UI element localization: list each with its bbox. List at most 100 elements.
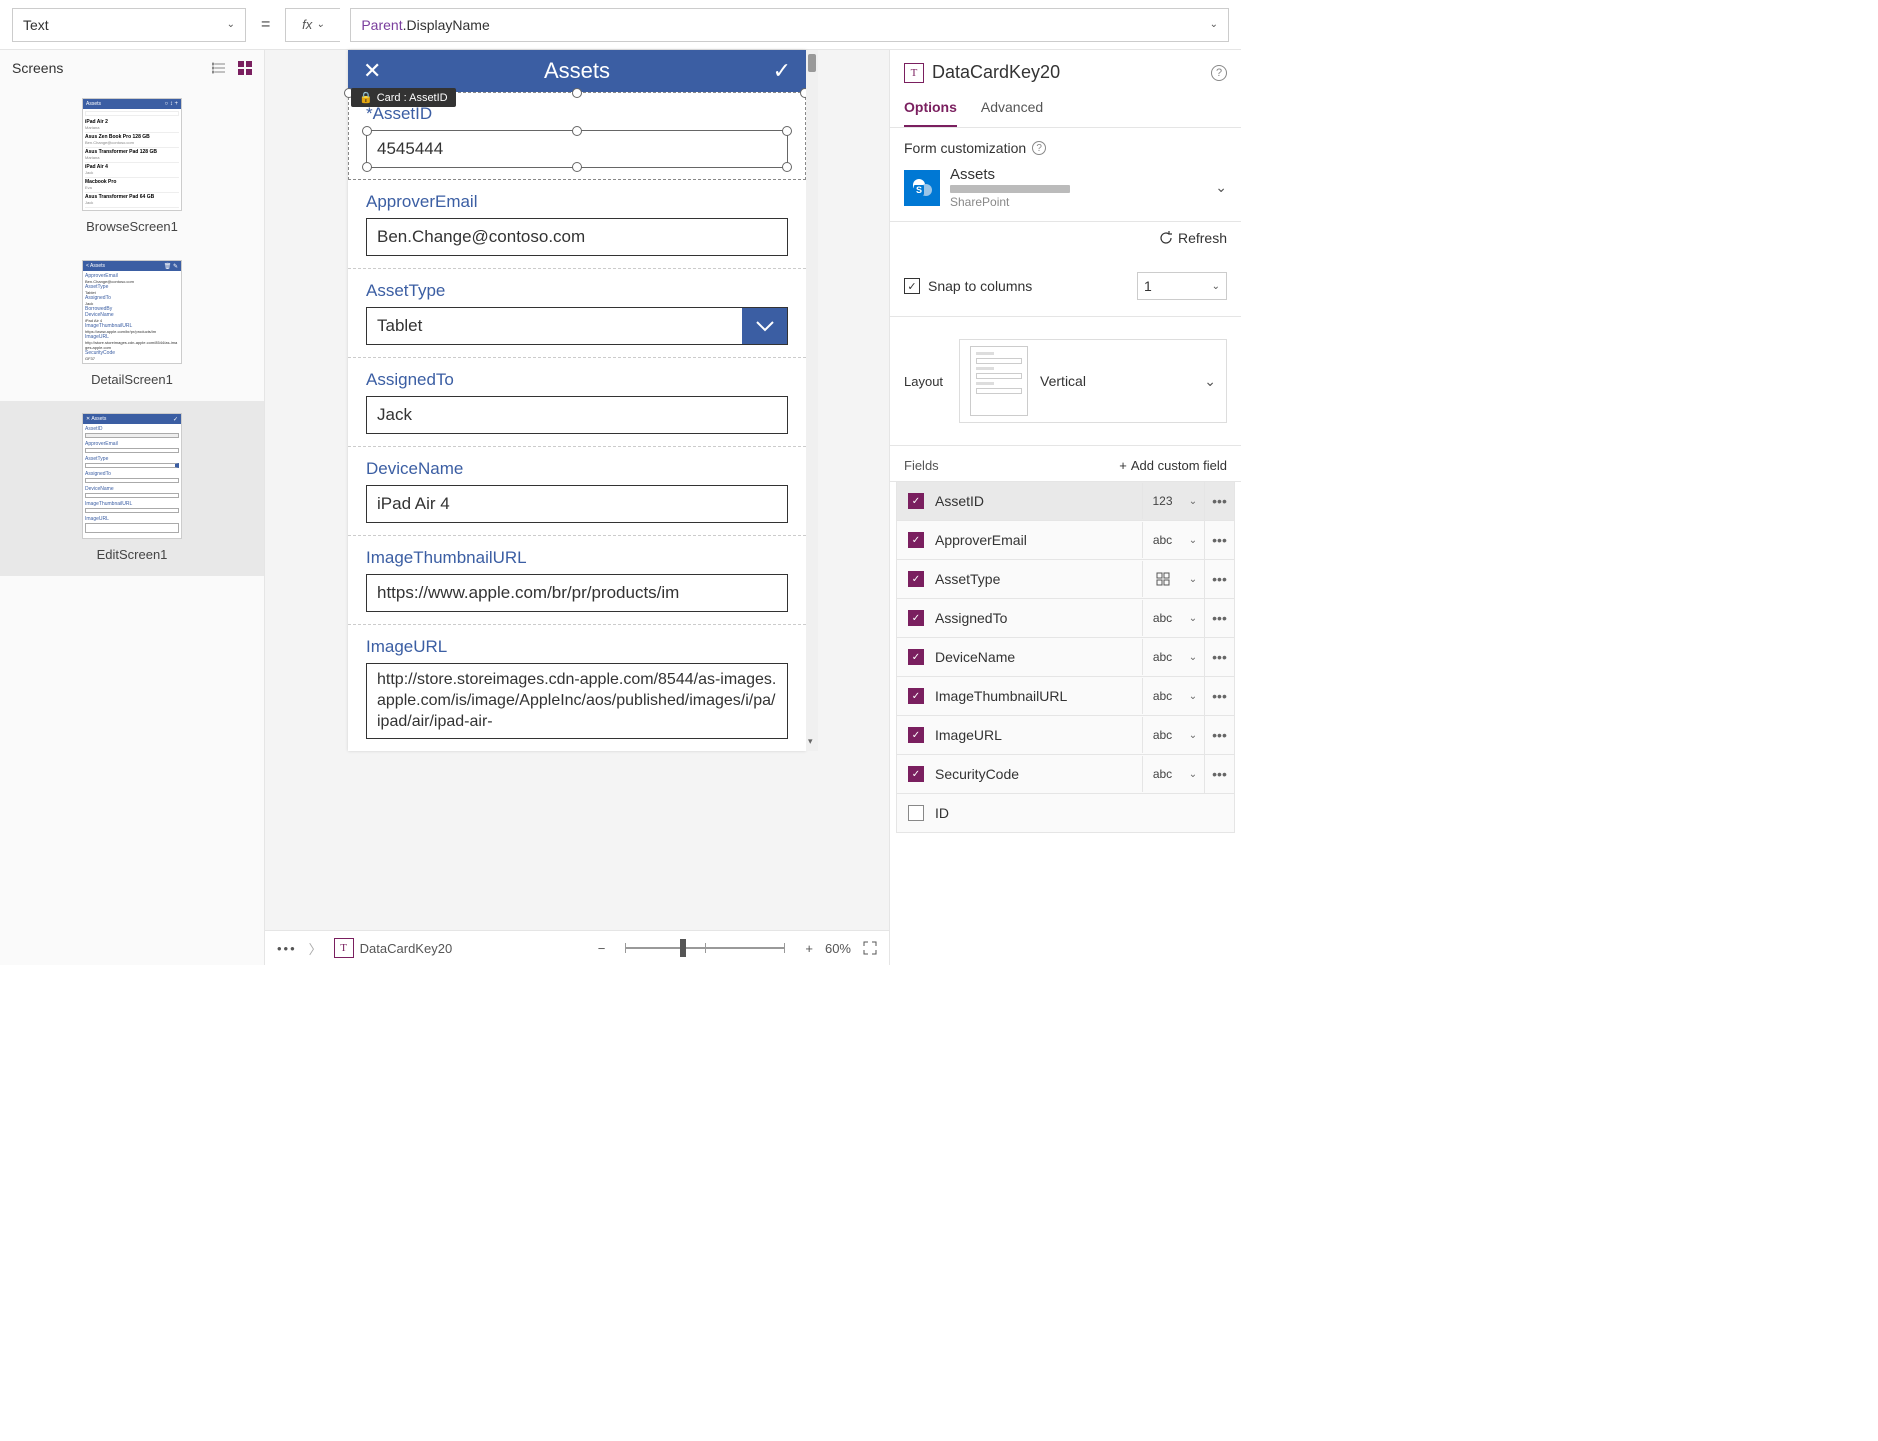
field-row[interactable]: ID [896, 793, 1235, 833]
field-name: DeviceName [935, 638, 1142, 676]
field-row[interactable]: ✓ImageThumbnailURLabc⌄••• [896, 676, 1235, 716]
field-checkbox[interactable]: ✓ [897, 610, 935, 626]
chevron-down-icon[interactable]: ⌄ [1182, 691, 1204, 702]
screen-thumb-edit[interactable]: ✕ Assets✓ AssetID ApproverEmail AssetTyp… [0, 401, 264, 576]
chevron-down-icon[interactable]: ⌄ [1182, 769, 1204, 780]
card-label: AssetType [366, 281, 788, 301]
chevron-down-icon[interactable]: ⌄ [1182, 652, 1204, 663]
field-type-icon[interactable] [1142, 561, 1182, 597]
canvas-scrollbar[interactable]: ▾ [806, 50, 818, 751]
formula-input[interactable]: Parent.DisplayName ⌄ [350, 8, 1229, 42]
field-name: SecurityCode [935, 755, 1142, 793]
card-approveremail[interactable]: ApproverEmail Ben.Change@contoso.com [348, 180, 806, 269]
properties-panel: T DataCardKey20 ? Options Advanced Form … [889, 50, 1241, 965]
more-icon[interactable]: ••• [1204, 755, 1234, 793]
zoom-slider[interactable] [625, 947, 785, 949]
field-type-icon[interactable]: abc [1142, 522, 1182, 558]
layout-thumb [970, 346, 1028, 416]
card-assettype[interactable]: AssetType Tablet [348, 269, 806, 358]
zoom-out-icon[interactable]: − [598, 941, 606, 956]
field-name: ApproverEmail [935, 521, 1142, 559]
field-checkbox[interactable]: ✓ [897, 571, 935, 587]
more-icon[interactable]: ••• [1204, 521, 1234, 559]
field-checkbox[interactable]: ✓ [897, 493, 935, 509]
chevron-down-icon[interactable]: ⌄ [1182, 730, 1204, 741]
card-assignedto[interactable]: AssignedTo Jack [348, 358, 806, 447]
breadcrumb-item[interactable]: DataCardKey20 [360, 941, 453, 956]
more-icon[interactable]: ••• [1204, 599, 1234, 637]
chevron-down-icon[interactable] [742, 308, 787, 344]
canvas-area: 🔒 Card : AssetID ✕ Assets ✓ *AssetID [265, 50, 889, 965]
card-input-assetid[interactable]: 4545444 [366, 130, 788, 168]
datasource-selector[interactable]: S Assets SharePoint ⌄ [904, 166, 1227, 209]
refresh-button[interactable]: Refresh [890, 222, 1241, 256]
field-type-icon[interactable]: abc [1142, 639, 1182, 675]
property-selector[interactable]: Text ⌄ [12, 8, 246, 42]
field-type-icon[interactable]: abc [1142, 678, 1182, 714]
card-input[interactable]: https://www.apple.com/br/pr/products/im [366, 574, 788, 612]
card-label: AssignedTo [366, 370, 788, 390]
card-devicename[interactable]: DeviceName iPad Air 4 [348, 447, 806, 536]
list-view-icon[interactable] [212, 61, 226, 75]
field-type-icon[interactable]: 123 [1142, 483, 1182, 519]
field-row[interactable]: ✓ApproverEmailabc⌄••• [896, 520, 1235, 560]
card-imagethumbnailurl[interactable]: ImageThumbnailURL https://www.apple.com/… [348, 536, 806, 625]
card-input[interactable]: Ben.Change@contoso.com [366, 218, 788, 256]
lock-icon: 🔒 [359, 91, 373, 104]
add-custom-field-button[interactable]: + Add custom field [1119, 458, 1227, 473]
field-checkbox[interactable] [897, 805, 935, 821]
columns-select[interactable]: 1 ⌄ [1137, 272, 1227, 300]
field-checkbox[interactable]: ✓ [897, 766, 935, 782]
fit-screen-icon[interactable] [863, 941, 877, 955]
field-type-icon[interactable]: abc [1142, 717, 1182, 753]
chevron-down-icon: ⌄ [1212, 281, 1220, 292]
field-row[interactable]: ✓AssignedToabc⌄••• [896, 598, 1235, 638]
fx-icon: fx [302, 17, 312, 32]
screen-thumb-browse[interactable]: Assets○ ↕ + iPad Air 2Mariana Asus Zen B… [0, 86, 264, 248]
field-checkbox[interactable]: ✓ [897, 688, 935, 704]
help-icon[interactable]: ? [1032, 141, 1046, 155]
help-icon[interactable]: ? [1211, 65, 1227, 81]
tab-options[interactable]: Options [904, 89, 957, 127]
more-icon[interactable]: ••• [1204, 677, 1234, 715]
more-icon[interactable]: ••• [1204, 716, 1234, 754]
field-checkbox[interactable]: ✓ [897, 649, 935, 665]
fx-button[interactable]: fx ⌄ [285, 8, 340, 42]
screen-thumb-detail[interactable]: < Assets🗑 ✎ ApproverEmailBen.Change@cont… [0, 248, 264, 401]
field-row[interactable]: ✓SecurityCodeabc⌄••• [896, 754, 1235, 794]
chevron-down-icon[interactable]: ⌄ [1182, 535, 1204, 546]
card-select[interactable]: Tablet [366, 307, 788, 345]
card-input[interactable]: Jack [366, 396, 788, 434]
more-icon[interactable]: ••• [1204, 638, 1234, 676]
layout-select[interactable]: Vertical ⌄ [1040, 373, 1216, 390]
snap-checkbox[interactable]: ✓ [904, 278, 920, 294]
cancel-icon[interactable]: ✕ [363, 58, 381, 84]
more-icon[interactable]: ••• [1204, 560, 1234, 598]
more-icon[interactable]: ••• [1204, 482, 1234, 520]
field-name: AssignedTo [935, 599, 1142, 637]
submit-icon[interactable]: ✓ [773, 58, 791, 84]
plus-icon: + [1119, 458, 1127, 473]
grid-view-icon[interactable] [238, 61, 252, 75]
card-input[interactable]: iPad Air 4 [366, 485, 788, 523]
chevron-down-icon[interactable]: ⌄ [1182, 496, 1204, 507]
selected-control-name: DataCardKey20 [932, 62, 1060, 83]
more-icon[interactable]: ••• [277, 941, 297, 956]
text-icon: T [334, 938, 354, 958]
field-row[interactable]: ✓AssetID123⌄••• [896, 481, 1235, 521]
app-canvas[interactable]: ✕ Assets ✓ *AssetID 4545444 [348, 50, 806, 751]
field-type-icon[interactable]: abc [1142, 756, 1182, 792]
field-row[interactable]: ✓AssetType⌄••• [896, 559, 1235, 599]
field-checkbox[interactable]: ✓ [897, 727, 935, 743]
field-type-icon[interactable]: abc [1142, 600, 1182, 636]
field-row[interactable]: ✓ImageURLabc⌄••• [896, 715, 1235, 755]
card-textarea[interactable]: http://store.storeimages.cdn-apple.com/8… [366, 663, 788, 739]
card-label: DeviceName [366, 459, 788, 479]
tab-advanced[interactable]: Advanced [981, 89, 1043, 127]
field-row[interactable]: ✓DeviceNameabc⌄••• [896, 637, 1235, 677]
zoom-in-icon[interactable]: + [805, 941, 813, 956]
card-imageurl[interactable]: ImageURL http://store.storeimages.cdn-ap… [348, 625, 806, 751]
chevron-down-icon[interactable]: ⌄ [1182, 613, 1204, 624]
field-checkbox[interactable]: ✓ [897, 532, 935, 548]
chevron-down-icon[interactable]: ⌄ [1182, 574, 1204, 585]
